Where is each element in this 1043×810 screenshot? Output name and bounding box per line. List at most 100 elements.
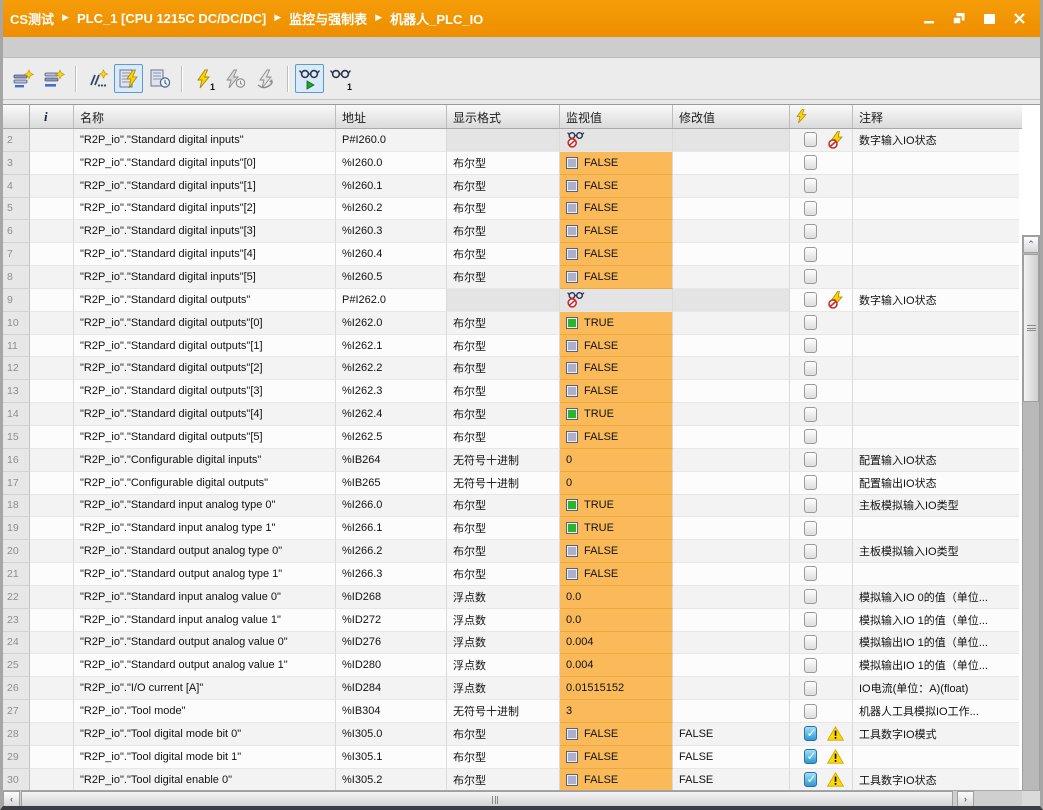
modify-enable-checkbox[interactable] (804, 132, 817, 147)
modify-value-cell[interactable] (673, 129, 790, 152)
modify-value-cell[interactable] (673, 632, 790, 655)
modify-with-trigger-button[interactable] (220, 64, 249, 93)
vertical-scroll-thumb[interactable] (1023, 254, 1039, 402)
display-format-cell[interactable]: 布尔型 (447, 266, 560, 289)
comment-cell[interactable]: 配置输入IO状态 (853, 449, 1019, 472)
monitor-all-button[interactable] (114, 64, 143, 93)
display-format-cell[interactable]: 布尔型 (447, 243, 560, 266)
row-number[interactable]: 2 (3, 129, 30, 152)
address-cell[interactable]: %I260.0 (336, 152, 447, 175)
row-number[interactable]: 15 (3, 426, 30, 449)
header-modify-enable[interactable] (790, 105, 853, 128)
comment-cell[interactable]: 机器人工具模拟IO工作... (853, 700, 1019, 723)
modify-enable-checkbox[interactable] (804, 407, 817, 422)
comment-cell[interactable] (853, 380, 1019, 403)
comment-cell[interactable]: 模拟输出IO 1的值（单位... (853, 654, 1019, 677)
row-number[interactable]: 26 (3, 677, 30, 700)
address-cell[interactable]: %I305.2 (336, 769, 447, 792)
comment-cell[interactable] (853, 243, 1019, 266)
header-info[interactable]: i (30, 105, 74, 128)
modify-enable-checkbox[interactable] (804, 475, 817, 490)
tag-name-cell[interactable]: "R2P_io"."Standard output analog value 0… (74, 632, 336, 655)
modify-value-cell[interactable] (673, 677, 790, 700)
comment-cell[interactable]: 模拟输入IO 1的值（单位... (853, 609, 1019, 632)
address-cell[interactable]: %I266.0 (336, 495, 447, 518)
comment-cell[interactable] (853, 312, 1019, 335)
modify-value-cell[interactable] (673, 563, 790, 586)
comment-cell[interactable]: 数字输入IO状态 (853, 129, 1019, 152)
modify-enable-checkbox[interactable] (804, 292, 817, 307)
tag-name-cell[interactable]: "R2P_io"."Standard digital outputs"[4] (74, 403, 336, 426)
modify-enable-checkbox[interactable] (804, 315, 817, 330)
row-number[interactable]: 23 (3, 609, 30, 632)
address-cell[interactable]: %I266.1 (336, 517, 447, 540)
tag-name-cell[interactable]: "R2P_io"."Standard digital inputs"[4] (74, 243, 336, 266)
display-format-cell[interactable]: 布尔型 (447, 517, 560, 540)
row-number[interactable]: 5 (3, 198, 30, 221)
row-number[interactable]: 7 (3, 243, 30, 266)
comment-cell[interactable]: 工具数字IO模式 (853, 723, 1019, 746)
modify-enable-checkbox[interactable] (804, 612, 817, 627)
modify-enable-checkbox[interactable] (804, 155, 817, 170)
scroll-up-icon[interactable]: ⌃ (1023, 236, 1039, 253)
comment-cell[interactable]: 模拟输出IO 1的值（单位... (853, 632, 1019, 655)
row-number[interactable]: 29 (3, 746, 30, 769)
comment-cell[interactable] (853, 175, 1019, 198)
insert-comment-row-button[interactable] (83, 64, 112, 93)
modify-enable-checkbox[interactable] (804, 544, 817, 559)
enable-peripheral-outputs-button[interactable] (251, 64, 280, 93)
comment-cell[interactable] (853, 563, 1019, 586)
comment-cell[interactable]: 配置输出IO状态 (853, 472, 1019, 495)
modify-enable-checkbox[interactable] (804, 269, 817, 284)
header-address[interactable]: 地址 (336, 105, 447, 128)
modify-enable-checkbox[interactable] (804, 704, 817, 719)
tag-name-cell[interactable]: "R2P_io"."Standard output analog value 1… (74, 654, 336, 677)
comment-cell[interactable] (853, 220, 1019, 243)
display-format-cell[interactable]: 浮点数 (447, 632, 560, 655)
modify-enable-checkbox[interactable] (804, 726, 817, 741)
modify-enable-checkbox[interactable] (804, 247, 817, 262)
display-format-cell[interactable]: 布尔型 (447, 380, 560, 403)
row-number[interactable]: 18 (3, 495, 30, 518)
row-number[interactable]: 27 (3, 700, 30, 723)
tag-name-cell[interactable]: "R2P_io"."Standard digital outputs"[5] (74, 426, 336, 449)
breadcrumb-project[interactable]: CS测试 (10, 9, 54, 28)
comment-cell[interactable] (853, 198, 1019, 221)
comment-cell[interactable] (853, 357, 1019, 380)
horizontal-scrollbar[interactable]: ‹ › (3, 790, 1022, 807)
row-number[interactable]: 20 (3, 540, 30, 563)
modify-enable-checkbox[interactable] (804, 658, 817, 673)
modify-value-cell[interactable] (673, 517, 790, 540)
tag-name-cell[interactable]: "R2P_io"."Standard digital inputs" (74, 129, 336, 152)
comment-cell[interactable] (853, 335, 1019, 358)
tag-name-cell[interactable]: "R2P_io"."Standard input analog type 1" (74, 517, 336, 540)
tag-name-cell[interactable]: "R2P_io"."Standard digital inputs"[1] (74, 175, 336, 198)
modify-value-cell[interactable] (673, 654, 790, 677)
row-number[interactable]: 14 (3, 403, 30, 426)
display-format-cell[interactable]: 浮点数 (447, 609, 560, 632)
tag-name-cell[interactable]: "R2P_io"."Standard digital outputs"[1] (74, 335, 336, 358)
address-cell[interactable]: %I266.2 (336, 540, 447, 563)
address-cell[interactable]: %I266.3 (336, 563, 447, 586)
vertical-scrollbar[interactable]: ⌃ ⌄ (1022, 235, 1040, 810)
address-cell[interactable]: P#I262.0 (336, 289, 447, 312)
force-mode-button[interactable]: 1 (326, 64, 355, 93)
float-icon[interactable] (951, 12, 967, 26)
comment-cell[interactable]: 主板模拟输入IO类型 (853, 540, 1019, 563)
tag-name-cell[interactable]: "R2P_io"."Standard digital inputs"[2] (74, 198, 336, 221)
modify-value-cell[interactable] (673, 540, 790, 563)
tag-name-cell[interactable]: "R2P_io"."Standard digital outputs"[3] (74, 380, 336, 403)
modify-value-cell[interactable] (673, 495, 790, 518)
display-format-cell[interactable] (447, 129, 560, 152)
row-number[interactable]: 11 (3, 335, 30, 358)
comment-cell[interactable] (853, 403, 1019, 426)
tag-name-cell[interactable]: "R2P_io"."Standard input analog type 0" (74, 495, 336, 518)
modify-value-cell[interactable]: FALSE (673, 723, 790, 746)
display-format-cell[interactable]: 布尔型 (447, 426, 560, 449)
address-cell[interactable]: %I262.5 (336, 426, 447, 449)
display-format-cell[interactable] (447, 289, 560, 312)
modify-enable-checkbox[interactable] (804, 498, 817, 513)
address-cell[interactable]: %I260.3 (336, 220, 447, 243)
tag-name-cell[interactable]: "R2P_io"."Configurable digital outputs" (74, 472, 336, 495)
display-format-cell[interactable]: 布尔型 (447, 175, 560, 198)
